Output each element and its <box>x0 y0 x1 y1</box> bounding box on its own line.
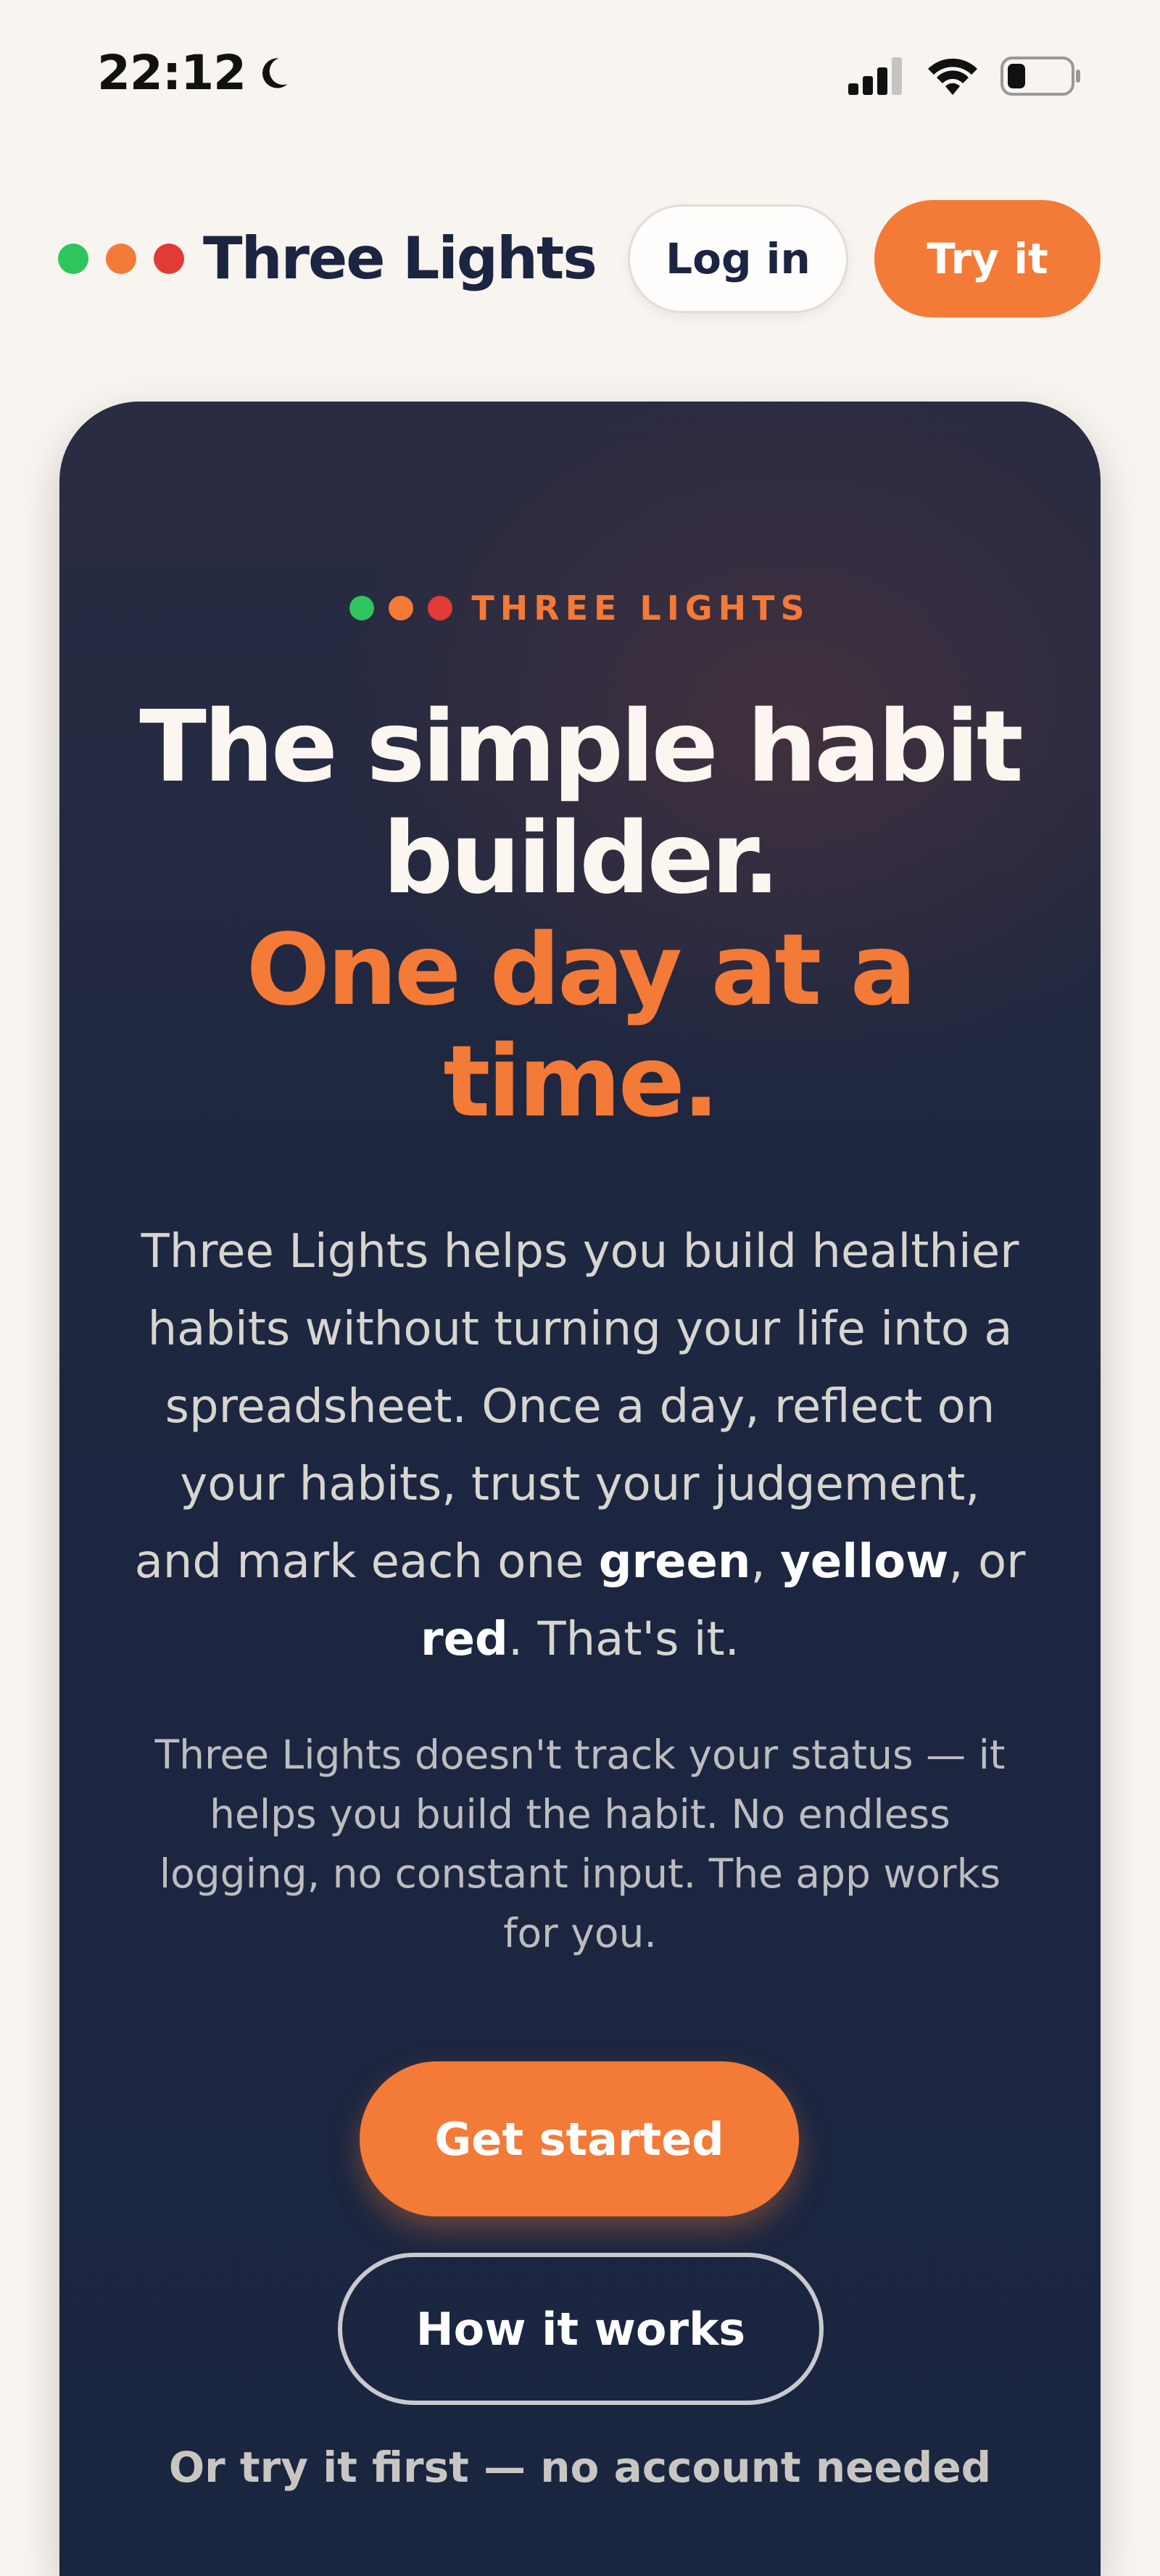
moon-icon <box>262 57 288 88</box>
battery-icon <box>1000 57 1080 96</box>
get-started-button[interactable]: Get started <box>360 2061 799 2216</box>
red-light-dot <box>428 596 453 620</box>
lead-yellow-word: yellow <box>780 1535 949 1589</box>
hero-headline: The simple habit builder. One day at a t… <box>103 691 1057 1138</box>
signal-icon <box>848 57 902 95</box>
hero-sub-paragraph: Three Lights doesn't track your status —… <box>154 1732 1006 1956</box>
hero-lead-paragraph: Three Lights helps you build healthier h… <box>132 1213 1028 1679</box>
login-button[interactable]: Log in <box>628 204 848 313</box>
lead-text: Three Lights helps you build healthier h… <box>134 1225 1019 1589</box>
lead-red-word: red <box>420 1613 508 1666</box>
try-it-button[interactable]: Try it <box>874 200 1101 317</box>
status-icons <box>848 57 1082 96</box>
red-light-dot <box>154 243 184 274</box>
headline-primary: The simple habit builder. <box>139 690 1024 916</box>
lead-separator: , or <box>948 1535 1026 1589</box>
status-time: 22:12 <box>97 45 294 101</box>
green-light-dot <box>58 243 88 274</box>
headline-accent: One day at a time. <box>246 913 917 1139</box>
status-bar: 22:12 <box>0 0 1160 152</box>
site-header: Three Lights Log in Try it <box>0 196 1160 319</box>
eyebrow-text: THREE LIGHTS <box>471 589 811 628</box>
brand-logo[interactable]: Three Lights <box>58 225 597 292</box>
try-without-account-link[interactable]: Or try it first — no account needed <box>59 2443 1101 2492</box>
brand-name: Three Lights <box>203 225 597 292</box>
orange-light-dot <box>389 596 414 620</box>
orange-light-dot <box>106 243 136 274</box>
lead-green-word: green <box>598 1535 751 1589</box>
lead-separator: , <box>750 1535 781 1589</box>
wifi-icon <box>928 58 977 95</box>
green-light-dot <box>349 596 375 620</box>
how-it-works-button[interactable]: How it works <box>338 2253 824 2405</box>
hero-eyebrow: THREE LIGHTS <box>59 589 1101 628</box>
lead-ending: . That's it. <box>508 1613 740 1666</box>
clock-text: 22:12 <box>97 45 246 101</box>
hero-card: THREE LIGHTS The simple habit builder. O… <box>59 402 1101 2576</box>
